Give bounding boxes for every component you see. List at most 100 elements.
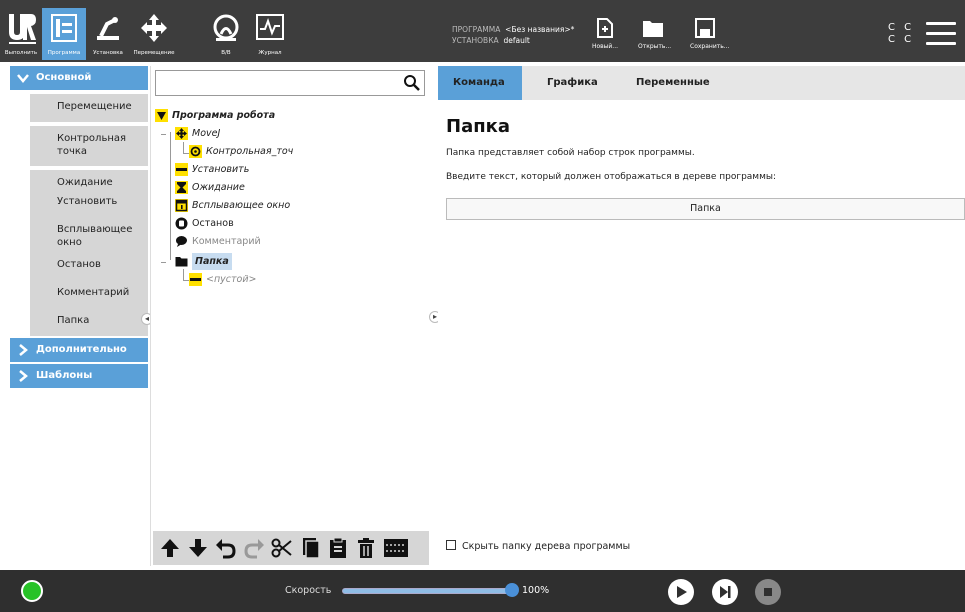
sidebar-item-set[interactable]: Установить [30, 189, 148, 217]
command-detail-panel: Команда Графика Переменные Папка Папка п… [438, 66, 965, 566]
tab-command[interactable]: Команда [438, 66, 522, 100]
delete-icon[interactable] [355, 537, 377, 559]
hourglass-icon [175, 181, 188, 194]
nav-log-button[interactable]: Журнал [248, 8, 292, 60]
nav-log-label: Журнал [258, 50, 282, 56]
step-button[interactable] [712, 579, 738, 605]
suppress-icon[interactable] [383, 537, 409, 559]
hamburger-menu-icon[interactable] [926, 22, 956, 45]
stop-hand-icon [175, 217, 188, 230]
waypoint-icon [189, 145, 202, 158]
move-down-icon[interactable] [187, 537, 209, 559]
sidebar-item-halt[interactable]: Останов [30, 252, 148, 280]
move-up-icon[interactable] [159, 537, 181, 559]
save-program-button[interactable]: Сохранить... [690, 18, 730, 58]
sidebar-item-label: Ожидание [57, 177, 113, 188]
set-icon [175, 163, 188, 176]
category-advanced-header[interactable]: Дополнительно [10, 338, 148, 362]
page-title: Папка [446, 116, 511, 137]
nav-run-button[interactable]: Выполнить [0, 8, 42, 60]
top-bar: Выполнить Программа Установка Перемещени… [0, 0, 965, 62]
new-program-label: Новый... [591, 43, 619, 50]
speed-slider-track[interactable] [342, 588, 514, 594]
chevron-down-icon [17, 74, 29, 83]
category-templates-header[interactable]: Шаблоны [10, 364, 148, 388]
stop-icon [764, 588, 772, 596]
play-button[interactable] [668, 579, 694, 605]
paste-icon[interactable] [327, 537, 349, 559]
nav-run-label: Выполнить [4, 50, 38, 56]
category-basic-header[interactable]: Основной [10, 66, 148, 90]
copy-icon[interactable] [299, 537, 321, 559]
sidebar-item-comment[interactable]: Комментарий [30, 280, 148, 308]
tree-node-label: Ожидание [192, 182, 245, 193]
play-icon [677, 586, 687, 598]
new-file-icon [597, 18, 613, 38]
sidebar-item-folder[interactable]: Папка [30, 308, 148, 336]
open-program-button[interactable]: Открыть... [638, 18, 671, 58]
tree-node-label: Папка [192, 253, 232, 270]
popup-icon [175, 199, 188, 212]
speed-label: Скорость [285, 585, 332, 596]
control-indicator-row2: C C [888, 34, 915, 45]
sidebar-item-waypoint[interactable]: Контрольная точка [30, 126, 148, 166]
empty-icon [189, 273, 202, 286]
program-tree-panel: Программа робота MoveJ Контрольная_точ У… [150, 66, 430, 566]
stop-button [755, 579, 781, 605]
sidebar-item-move[interactable]: Перемещение [30, 94, 148, 122]
tab-graphics-label: Графика [547, 77, 598, 88]
hide-folder-checkbox[interactable]: Скрыть папку дерева программы [446, 540, 630, 552]
control-indicator: C C C C [888, 22, 914, 46]
tab-variables-label: Переменные [636, 77, 710, 88]
folder-name-prompt: Введите текст, который должен отображать… [446, 172, 777, 182]
io-icon [213, 14, 239, 41]
undo-icon[interactable] [215, 537, 237, 559]
nav-move-label: Перемещение [133, 50, 175, 56]
installation-icon [97, 17, 119, 40]
sidebar-item-label: Установить [57, 196, 118, 207]
sidebar-item-popup[interactable]: Всплывающее окно [30, 217, 148, 257]
new-program-button[interactable]: Новый... [590, 18, 620, 58]
nav-program-button[interactable]: Программа [42, 8, 86, 60]
robot-status-indicator[interactable] [21, 580, 43, 602]
tree-node-label: <пустой> [206, 274, 257, 285]
move-icon [175, 127, 188, 140]
triangle-down-icon [155, 109, 168, 122]
cut-icon[interactable] [271, 537, 293, 559]
speed-slider-handle[interactable] [505, 583, 519, 597]
tree-node-label: Останов [192, 218, 234, 229]
search-icon[interactable] [403, 74, 421, 92]
tree-node-label: Установить [192, 164, 250, 175]
save-program-label: Сохранить... [690, 43, 730, 50]
nav-program-label: Программа [47, 50, 81, 56]
nav-installation-button[interactable]: Установка [86, 8, 130, 60]
tab-variables[interactable]: Переменные [621, 66, 725, 100]
tab-graphics[interactable]: Графика [532, 66, 613, 100]
nav-io-label: В/В [221, 50, 231, 56]
program-name: <Без названия>* [505, 25, 575, 34]
sidebar-item-label: Останов [57, 259, 101, 270]
installation-label: УСТАНОВКА [452, 36, 499, 45]
tree-search-input[interactable] [155, 70, 425, 96]
sidebar-item-label: Комментарий [57, 287, 130, 298]
installation-name: default [503, 36, 530, 45]
folder-description: Папка представляет собой набор строк про… [446, 148, 695, 158]
tree-node-label: Контрольная_точ [206, 146, 294, 157]
tree-toolbar [153, 531, 429, 565]
sidebar-item-label: Контрольная точка [57, 133, 127, 157]
save-icon [695, 18, 715, 38]
category-templates-label: Шаблоны [36, 370, 93, 381]
command-sidebar: Основной Перемещение Контрольная точка О… [10, 66, 153, 565]
category-basic-label: Основной [36, 72, 92, 83]
nav-io-button[interactable]: В/В [204, 8, 248, 60]
folder-icon [175, 257, 188, 267]
comment-icon [176, 236, 187, 247]
hide-folder-label: Скрыть папку дерева программы [462, 541, 631, 552]
tree-node-label: Комментарий [192, 236, 261, 247]
checkbox-box[interactable] [446, 540, 456, 550]
sidebar-item-label: Папка [57, 315, 90, 326]
folder-name-field[interactable]: Папка [446, 198, 965, 220]
tab-command-label: Команда [453, 77, 505, 88]
nav-move-button[interactable]: Перемещение [132, 8, 176, 60]
sidebar-item-label: Всплывающее окно [57, 224, 133, 248]
